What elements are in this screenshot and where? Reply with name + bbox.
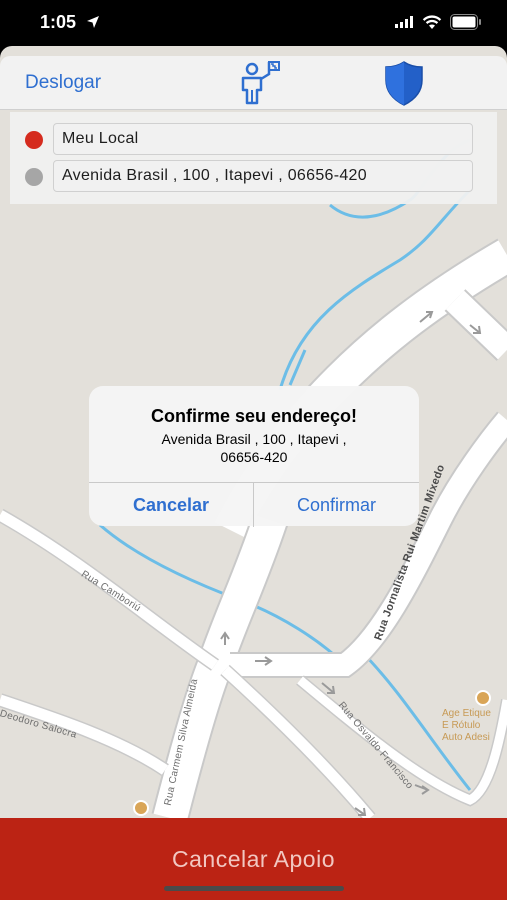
alert-cancel-button[interactable]: Cancelar (89, 483, 254, 527)
alert-title: Confirme seu endereço! (150, 406, 358, 426)
destination-row: Avenida Brasil , 100 , Itapevi , 06656-4… (10, 160, 497, 192)
destination-field[interactable]: Avenida Brasil , 100 , Itapevi , 06656-4… (53, 160, 473, 192)
battery-icon (450, 14, 481, 30)
wifi-icon (422, 15, 442, 29)
confirm-address-alert: Confirme seu endereço! Avenida Brasil , … (89, 386, 419, 527)
location-arrow-icon (87, 16, 99, 28)
home-indicator[interactable] (164, 886, 344, 891)
alert-message-line1: Avenida Brasil , 100 , Itapevi , (161, 431, 347, 447)
person-with-flag-icon[interactable] (237, 60, 281, 106)
poi-label[interactable]: Age Etique E Rótulo Auto Adesi (442, 708, 491, 744)
destination-dot-icon (25, 168, 43, 186)
cancel-support-button[interactable]: Cancelar Apoio (0, 846, 507, 873)
alert-confirm-button[interactable]: Confirmar (254, 483, 419, 527)
logout-button[interactable]: Deslogar (25, 72, 101, 94)
alert-button-row: Cancelar Confirmar (89, 482, 419, 527)
top-header: Deslogar (0, 56, 507, 110)
poi-label-line3: Auto Adesi (442, 732, 490, 743)
poi-marker-icon[interactable] (475, 690, 491, 706)
bottom-action-bar: Cancelar Apoio (0, 818, 507, 900)
shield-icon[interactable] (384, 60, 424, 106)
poi-marker-icon[interactable] (133, 800, 149, 816)
status-time: 1:05 (40, 12, 77, 32)
origin-row: Meu Local (10, 123, 497, 155)
origin-field[interactable]: Meu Local (53, 123, 473, 155)
signal-icon (395, 16, 413, 28)
poi-label-line1: Age Etique (442, 708, 491, 719)
alert-message: Avenida Brasil , 100 , Itapevi , 06656-4… (129, 430, 379, 466)
alert-message-line2: 06656-420 (220, 449, 288, 465)
poi-label-line2: E Rótulo (442, 720, 481, 731)
origin-dot-icon (25, 131, 43, 149)
route-panel: Meu Local Avenida Brasil , 100 , Itapevi… (10, 112, 497, 204)
status-bar: 1:05 (0, 0, 507, 46)
